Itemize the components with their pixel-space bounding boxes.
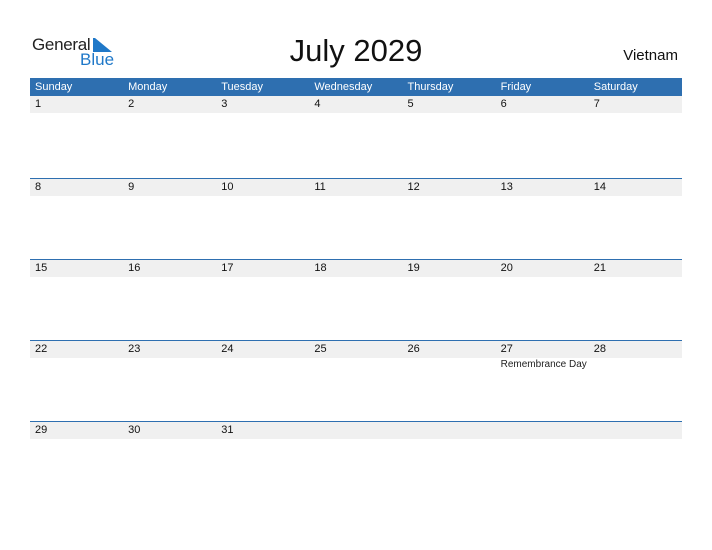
day-cell: 5 [407, 98, 414, 110]
week-row: 8 9 10 11 12 13 14 [30, 178, 682, 259]
day-cell: 29 [35, 424, 48, 436]
day-cell [403, 422, 496, 439]
day-cell: 21 [593, 262, 606, 274]
country-label: Vietnam [623, 47, 678, 64]
day-cell: 16 [128, 262, 141, 274]
day-cell: 15 [35, 262, 48, 274]
day-number-bar: 29 30 31 [30, 422, 682, 439]
day-cell: 31 [221, 424, 234, 436]
day-number-bar: 8 9 10 11 12 13 14 [30, 179, 682, 196]
week-row: 22 23 24 25 26 27 28 Remembrance Day [30, 340, 682, 421]
week-row: 15 16 17 18 19 20 21 [30, 259, 682, 340]
day-cell: 3 [221, 98, 228, 110]
day-number-bar: 1 2 3 4 5 6 7 [30, 96, 682, 113]
day-cell [496, 422, 589, 439]
day-cell: 23 [128, 343, 141, 355]
weekday-monday: Monday [128, 81, 168, 93]
events-row: Remembrance Day [30, 358, 682, 371]
week-row: 29 30 31 [30, 421, 682, 502]
day-cell: 6 [500, 98, 507, 110]
weekday-sunday: Sunday [35, 81, 73, 93]
day-cell: 2 [128, 98, 135, 110]
day-cell: 19 [407, 262, 420, 274]
day-cell: 13 [500, 181, 513, 193]
day-cell: 1 [35, 98, 42, 110]
day-cell: 25 [314, 343, 327, 355]
event-label [403, 358, 496, 371]
page-title: July 2029 [289, 33, 423, 68]
day-cell: 26 [407, 343, 420, 355]
day-cell: 11 [314, 181, 326, 193]
event-label [30, 358, 123, 371]
day-cell [589, 422, 682, 439]
day-cell: 12 [407, 181, 420, 193]
day-cell: 9 [128, 181, 135, 193]
event-label [216, 358, 309, 371]
weekday-friday: Friday [500, 81, 532, 93]
day-cell: 18 [314, 262, 327, 274]
day-cell: 30 [128, 424, 141, 436]
day-cell: 8 [35, 181, 42, 193]
day-cell: 20 [500, 262, 513, 274]
day-cell [309, 422, 402, 439]
event-label [309, 358, 402, 371]
day-cell: 7 [593, 98, 600, 110]
day-cell: 22 [35, 343, 48, 355]
weekday-thursday: Thursday [407, 81, 454, 93]
day-cell: 10 [221, 181, 234, 193]
day-cell: 17 [221, 262, 234, 274]
day-cell: 14 [593, 181, 606, 193]
day-cell: 24 [221, 343, 234, 355]
week-row: 1 2 3 4 5 6 7 [30, 96, 682, 176]
day-number-bar: 22 23 24 25 26 27 28 [30, 341, 682, 358]
day-cell: 28 [593, 343, 606, 355]
weekday-header: Sunday Monday Tuesday Wednesday Thursday… [30, 78, 682, 96]
day-cell: 4 [314, 98, 321, 110]
event-label [123, 358, 216, 371]
weekday-tuesday: Tuesday [221, 81, 264, 93]
weekday-saturday: Saturday [593, 81, 638, 93]
event-label [589, 358, 682, 371]
weekday-wednesday: Wednesday [314, 81, 373, 93]
event-label: Remembrance Day [500, 359, 587, 370]
day-cell: 27 [500, 343, 513, 355]
day-number-bar: 15 16 17 18 19 20 21 [30, 260, 682, 277]
